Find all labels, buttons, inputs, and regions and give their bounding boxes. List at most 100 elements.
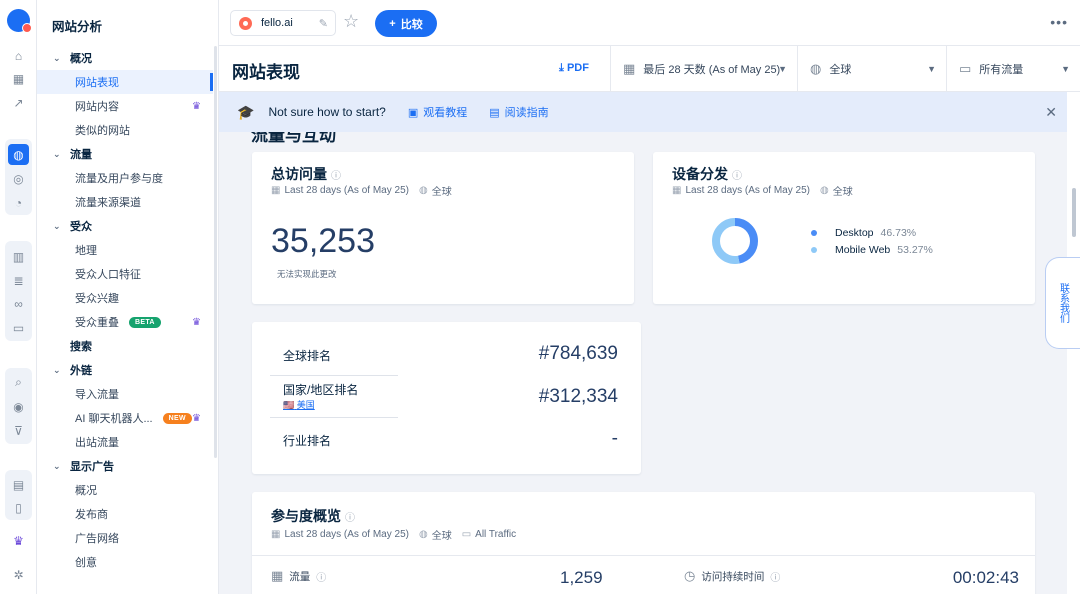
crown-icon[interactable]: ♛	[8, 530, 29, 551]
close-icon[interactable]: ✕	[1045, 104, 1057, 121]
nav-item[interactable]: 网站内容 ♛	[37, 94, 213, 118]
nav-item[interactable]: 地理	[37, 238, 213, 262]
nav-section[interactable]: ⌄ 显示广告	[37, 454, 213, 478]
bar-chart-icon[interactable]: ▥	[8, 246, 29, 267]
nav-item[interactable]: 创意	[37, 550, 213, 574]
visits-value: 35,253	[271, 222, 375, 260]
nav-item[interactable]: 出站流量	[37, 430, 213, 454]
compare-button[interactable]: + 比较	[375, 10, 437, 37]
nav-item[interactable]: 发布商	[37, 502, 213, 526]
keyword-icon[interactable]: ⌕	[8, 372, 29, 393]
pdf-export-button[interactable]: ⤓ PDF	[559, 62, 589, 75]
nav-section[interactable]: ⌄ 受众	[37, 214, 213, 238]
country-rank-country: 美国	[296, 400, 315, 410]
visits-country: 全球	[431, 187, 452, 198]
country-filter[interactable]: ◍ 全球 ▼	[797, 46, 946, 92]
nav-sidebar: 网站分析 ⌄ 概况 网站表现 网站内容 ♛ 类似的网站 ⌄ 流量 流量及用户参与度 流量来源渠道 ⌄…	[37, 0, 219, 594]
dashboard-icon[interactable]: ▦	[8, 68, 29, 89]
video-icon: ▣	[407, 106, 419, 119]
compare-label: 比较	[400, 18, 423, 31]
mobile-icon[interactable]: ▯	[8, 497, 29, 518]
info-icon[interactable]: ⓘ	[331, 171, 341, 182]
nav-item[interactable]: 广告网络	[37, 526, 213, 550]
crown-icon: ♛	[192, 316, 201, 328]
engagement-traffic: All Traffic	[475, 529, 517, 540]
banner-text: Not sure how to start?	[268, 105, 386, 119]
nav-item[interactable]: 导入流量	[37, 382, 213, 406]
pie-icon[interactable]: ◔	[8, 192, 29, 213]
nav-item[interactable]: 受众兴趣	[37, 286, 213, 310]
nav-section[interactable]: ⌄ 流量	[37, 142, 213, 166]
nav-scrollbar[interactable]	[214, 46, 217, 458]
info-icon[interactable]: ⓘ	[345, 513, 355, 524]
globe-icon: ◍	[418, 185, 428, 196]
country-filter-label: 全球	[829, 64, 852, 76]
document-icon[interactable]: ▤	[8, 474, 29, 495]
visits-period: Last 28 days (As of May 25)	[284, 185, 409, 196]
compass-icon[interactable]: ◎	[8, 168, 29, 189]
graduation-cap-icon: 🎓	[237, 103, 255, 120]
nav-item[interactable]: 类似的网站	[37, 118, 213, 142]
chevron-down-icon: ▼	[778, 64, 787, 74]
puzzle-icon[interactable]: ✲	[8, 564, 29, 585]
legend-desktop-pct: 46.73%	[880, 226, 917, 239]
globe-icon[interactable]: ◍	[8, 144, 29, 165]
country-rank-link[interactable]: 🇺🇸 美国	[283, 398, 315, 411]
nav-section[interactable]: ⌄ 概况	[37, 46, 213, 70]
read-guide-link[interactable]: ▤ 阅读指南	[489, 104, 548, 120]
nav-item[interactable]: 流量及用户参与度	[37, 166, 213, 190]
nav-section[interactable]: 搜索	[37, 334, 213, 358]
info-icon[interactable]: ⓘ	[316, 569, 326, 584]
chevron-down-icon: ⌄	[53, 148, 61, 159]
legend-dot-icon	[811, 229, 817, 236]
trend-icon[interactable]: ↗	[8, 92, 29, 113]
device-card: 设备分发 ⓘ ▦ Last 28 days (As of May 25) ◍ 全球…	[653, 152, 1035, 304]
side-tab-label: 联系我们	[1057, 283, 1069, 323]
nav-item[interactable]: 受众人口特征	[37, 262, 213, 286]
nav-item[interactable]: 概况	[37, 478, 213, 502]
target-icon[interactable]: ◉	[8, 396, 29, 417]
chevron-down-icon: ⌄	[53, 52, 61, 63]
nav-section[interactable]: ⌄ 外链	[37, 358, 213, 382]
legend-mobile-pct: 53.27%	[897, 243, 933, 256]
calendar-icon: ▦	[271, 568, 284, 583]
nav-item-label: 流量及用户参与度	[75, 173, 163, 185]
card-icon[interactable]: ▭	[8, 317, 29, 338]
legend-mobile: Mobile Web 53.27%	[811, 241, 933, 258]
app-logo[interactable]	[7, 9, 32, 33]
legend-dot-icon	[811, 246, 817, 253]
calendar-icon: ▦	[271, 185, 281, 196]
date-filter[interactable]: ▦ 最后 28 天数 (As of May 25) ▼	[610, 46, 797, 92]
nav-item[interactable]: AI 聊天机器人... NEW ♛	[37, 406, 213, 430]
site-chip[interactable]: fello.ai ✎	[230, 10, 336, 36]
more-options-icon[interactable]: •••	[1050, 14, 1068, 30]
home-icon[interactable]: ⌂	[8, 45, 29, 66]
nav-item[interactable]: 网站表现	[37, 70, 213, 94]
chevron-down-icon: ▼	[927, 64, 936, 74]
engagement-meta: ▦ Last 28 days (As of May 25) ◍ 全球 ▭ All…	[271, 527, 516, 542]
star-icon[interactable]: ☆	[343, 11, 359, 32]
edit-icon[interactable]: ✎	[319, 17, 328, 30]
nav-item[interactable]: 流量来源渠道	[37, 190, 213, 214]
contact-side-tab[interactable]: 联系我们	[1045, 257, 1080, 349]
devices-icon: ▭	[959, 61, 972, 76]
info-icon[interactable]: ⓘ	[732, 171, 742, 182]
icon-rail: ⌂ ▦ ↗ ◍ ◎ ◔ ▥ ≣ ∞ ▭ ⌕ ◉ ⊽ ▤ ▯ ♛ ✲	[0, 0, 37, 594]
device-period: Last 28 days (As of May 25)	[685, 185, 810, 196]
nav-section-label: 概况	[70, 53, 92, 65]
nav-badge: NEW	[162, 412, 192, 424]
main-content: 流量与互动 总访问量 ⓘ ▦ Last 28 days (As of May 25…	[219, 132, 1067, 594]
traffic-filter[interactable]: ▭ 所有流量 ▼	[946, 46, 1080, 92]
link-icon[interactable]: ∞	[8, 293, 29, 314]
duration-metric-label: ◷ 访问持续时间 ⓘ	[684, 568, 780, 584]
nav-item[interactable]: 受众重叠 BETA ♛	[37, 310, 213, 334]
visits-note: 无法实现此更改	[277, 269, 337, 279]
nav-section-label: 流量	[70, 149, 92, 161]
funnel-icon[interactable]: ⊽	[8, 420, 29, 441]
info-icon[interactable]: ⓘ	[770, 569, 780, 584]
watch-tutorial-link[interactable]: ▣ 观看教程	[408, 104, 467, 120]
search-list-icon[interactable]: ≣	[8, 270, 29, 291]
scrollbar-thumb[interactable]	[1072, 188, 1076, 237]
global-rank-label: 全球排名	[283, 349, 332, 363]
visits-meta: ▦ Last 28 days (As of May 25) ◍ 全球	[271, 183, 452, 198]
